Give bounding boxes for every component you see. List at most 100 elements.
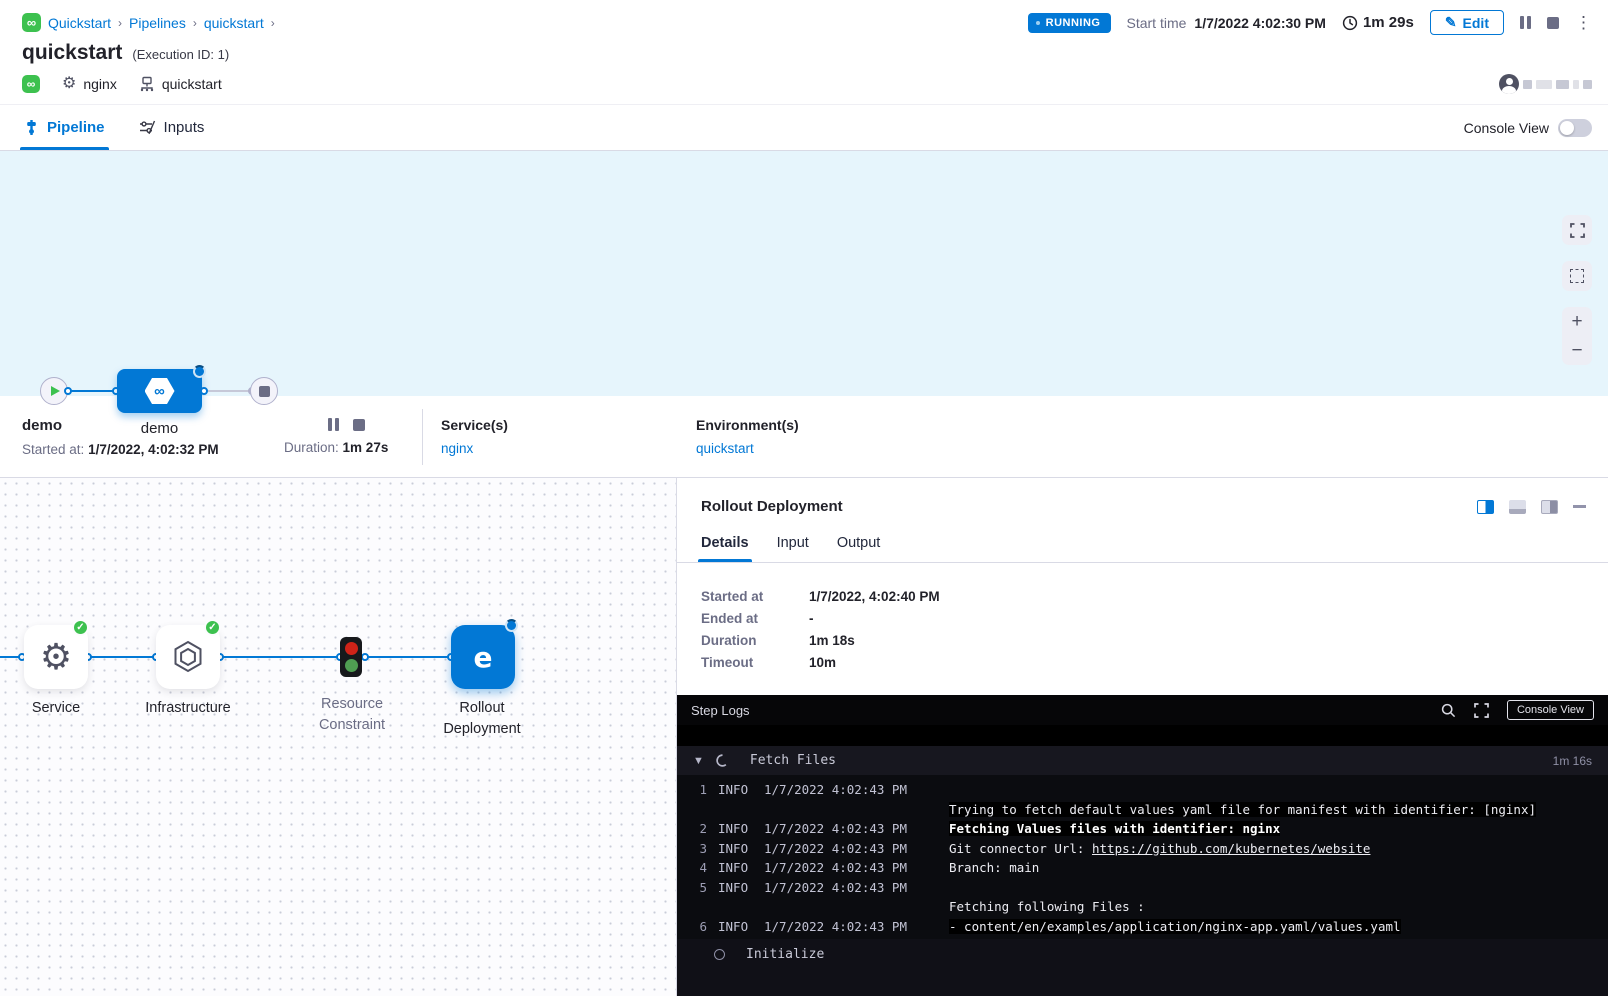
section-duration: 1m 16s [1553,754,1592,768]
fullscreen-icon [1570,223,1585,238]
environments-label: Environment(s) [696,417,951,433]
edit-button[interactable]: ✎ Edit [1430,10,1504,35]
running-spinner-icon [505,619,518,632]
edge [88,656,156,658]
page-title: quickstart [22,41,122,65]
redacted-text [1583,80,1592,89]
running-spinner-icon [193,365,206,378]
expand-logs-icon[interactable] [1474,703,1489,718]
redacted-text [1573,80,1579,89]
step-details-list: Started at 1/7/2022, 4:02:40 PM Ended at… [677,563,1608,695]
console-filler [677,969,1608,996]
services-label: Service(s) [441,417,696,433]
detail-row: Timeout 10m [701,655,1584,670]
minimize-panel-button[interactable] [1573,505,1586,508]
more-options-button[interactable]: ⋮ [1575,16,1592,29]
status-dot-icon [1036,21,1040,25]
edge [220,656,340,658]
log-line: 1 INFO 1/7/2022 4:02:43 PM [677,780,1608,800]
tab-inputs[interactable]: Inputs [139,105,205,150]
step-details-panel: Rollout Deployment Details Input Output … [677,478,1608,996]
breadcrumb-link-pipelines[interactable]: Pipelines [129,15,186,31]
harness-stage-icon: ∞ [145,378,175,404]
log-link[interactable]: https://github.com/kubernetes/website [1092,841,1370,856]
execution-graph-canvas[interactable]: ⚙ ✓ ✓ e Service Infrastructure Resource … [0,478,677,996]
execution-id: (Execution ID: 1) [132,47,229,62]
view-tabbar: Pipeline Inputs Console View [0,104,1608,151]
clock-icon [1342,15,1358,31]
play-icon [51,386,60,396]
chevron-down-icon[interactable]: ▼ [693,755,704,767]
user-avatars [1499,74,1592,94]
environment-link[interactable]: quickstart [696,441,951,456]
zoom-out-button[interactable]: − [1562,336,1592,365]
step-node-resource-constraint[interactable] [340,637,362,677]
step-node-rollout-deployment[interactable]: e [451,625,515,689]
marquee-select-button[interactable] [1562,261,1592,291]
harness-logo-icon: ∞ [22,13,41,32]
environment-tag[interactable]: quickstart [139,76,222,92]
status-badge: RUNNING [1028,13,1111,33]
console-spacer [677,725,1608,746]
user-avatar-icon [1499,74,1519,94]
step-logs-console: Step Logs Console View ▼ Fetch Files 1m … [677,695,1608,996]
log-section-fetch-files[interactable]: ▼ Fetch Files 1m 16s [677,746,1608,775]
log-lines: 1 INFO 1/7/2022 4:02:43 PM Trying to fet… [677,775,1608,939]
redacted-text [1556,80,1569,89]
inputs-icon [139,120,156,135]
tab-details[interactable]: Details [701,535,749,562]
edge-demo-to-end [206,390,253,392]
traffic-red-icon [345,642,358,655]
detail-row: Ended at - [701,611,1584,626]
stage-pause-button[interactable] [328,418,339,431]
tab-pipeline[interactable]: Pipeline [24,105,105,150]
edge [365,656,451,658]
search-icon[interactable] [1441,703,1456,718]
service-tag[interactable]: ⚙ nginx [62,76,117,92]
section-title: Fetch Files [750,753,836,768]
traffic-green-icon [345,659,358,672]
log-line: Trying to fetch default values yaml file… [677,800,1608,820]
pending-status-icon [714,949,725,960]
gear-icon: ⚙ [62,76,76,92]
abort-execution-button[interactable] [1547,17,1559,29]
console-view-toggle[interactable] [1558,119,1592,137]
tab-output[interactable]: Output [837,535,881,562]
log-line: 2 INFO 1/7/2022 4:02:43 PM Fetching Valu… [677,819,1608,839]
pipeline-stage-canvas[interactable]: ∞ demo + − [0,151,1608,396]
tab-input[interactable]: Input [777,535,809,562]
top-bar: ∞ Quickstart › Pipelines › quickstart › … [0,0,1608,39]
service-gear-icon: ⚙ [40,639,72,675]
breadcrumb-link-quickstart[interactable]: Quickstart [48,15,111,31]
layout-panel-right-button[interactable] [1541,500,1558,514]
success-check-icon: ✓ [72,619,89,636]
pause-execution-button[interactable] [1520,16,1531,29]
divider [422,409,423,465]
fullscreen-button[interactable] [1562,215,1592,245]
layout-split-bottom-button[interactable] [1509,500,1526,514]
connector-port [64,387,72,395]
step-label-rollout-deployment: Rollout Deployment [430,698,534,740]
log-section-initialize[interactable]: Initialize [677,939,1608,969]
stage-node-demo[interactable]: ∞ [117,369,202,413]
pipeline-end-node [250,377,278,405]
redacted-text [1536,80,1552,89]
connector-port [200,387,208,395]
spinner-icon [716,754,729,767]
breadcrumb-separator: › [118,16,122,30]
console-view-button[interactable]: Console View [1507,700,1594,720]
stage-summary-bar: demo Started at: 1/7/2022, 4:02:32 PM Du… [0,396,1608,478]
zoom-in-button[interactable]: + [1562,307,1592,336]
log-line: Fetching following Files : [677,897,1608,917]
detail-row: Duration 1m 18s [701,633,1584,648]
stage-abort-button[interactable] [353,418,365,431]
success-check-icon: ✓ [204,619,221,636]
service-link[interactable]: nginx [441,441,696,456]
step-panel-tabs: Details Input Output [677,521,1608,563]
breadcrumb-link-pipeline-name[interactable]: quickstart [204,15,264,31]
breadcrumb-separator: › [271,16,275,30]
layout-split-right-button[interactable] [1477,500,1494,514]
stage-label: demo [117,420,202,437]
step-label-resource-constraint: Resource Constraint [303,694,401,736]
step-label-service: Service [14,698,98,719]
